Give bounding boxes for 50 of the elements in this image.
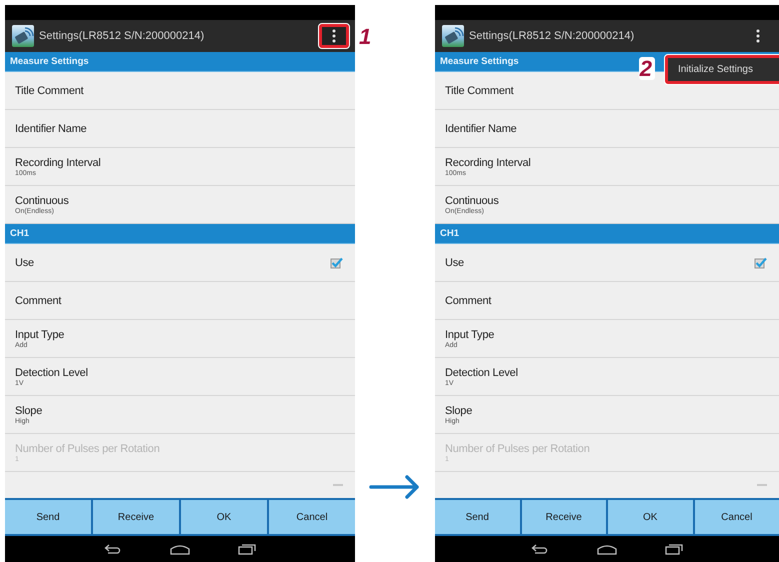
setting-label: Detection Level — [445, 366, 519, 378]
setting-label: Input Type — [15, 328, 66, 340]
action-button[interactable]: Send — [5, 500, 91, 534]
back-icon[interactable] — [104, 544, 122, 554]
section-header: CH1 — [435, 224, 779, 244]
action-button[interactable]: Cancel — [694, 500, 779, 534]
home-icon[interactable] — [597, 544, 617, 554]
setting-label: Use — [15, 256, 35, 268]
app-icon — [12, 25, 34, 47]
setting-label: Slope — [15, 404, 44, 416]
app-title: Settings(LR8512 S/N:200000214) — [39, 30, 206, 42]
setting-label: Recording Interval — [445, 156, 532, 168]
action-button[interactable]: Send — [435, 500, 520, 534]
scroll-indicator — [333, 484, 343, 486]
overflow-menu-button[interactable] — [319, 24, 349, 48]
setting-label: Use — [445, 256, 465, 268]
setting-label: Recording Interval — [15, 156, 102, 168]
action-button[interactable]: Cancel — [269, 500, 355, 534]
action-button[interactable]: Receive — [93, 500, 179, 534]
home-icon[interactable] — [170, 544, 190, 554]
more-vertical-icon — [332, 29, 336, 43]
app-icon — [442, 25, 464, 47]
checkbox[interactable] — [754, 256, 767, 268]
setting-label: Title Comment — [445, 84, 515, 96]
setting-label: Slope — [445, 404, 474, 416]
back-icon[interactable] — [531, 544, 549, 554]
recent-apps-icon[interactable] — [665, 544, 683, 554]
setting-label: Identifier Name — [15, 122, 88, 134]
setting-label: Input Type — [445, 328, 496, 340]
action-button[interactable]: Receive — [522, 500, 606, 534]
setting-label-disabled: Number of Pulses per Rotation — [15, 442, 161, 454]
setting-label: Continuous — [15, 194, 70, 206]
section-header: Measure Settings — [5, 52, 355, 72]
setting-label: Comment — [445, 294, 492, 306]
action-button[interactable]: OK — [181, 500, 267, 534]
more-vertical-icon — [756, 29, 760, 43]
setting-label: Continuous — [445, 194, 500, 206]
setting-label: Comment — [15, 294, 62, 306]
setting-label-disabled: Number of Pulses per Rotation — [445, 442, 591, 454]
scroll-indicator — [757, 484, 767, 486]
setting-label: Detection Level — [15, 366, 89, 378]
setting-label: Identifier Name — [445, 122, 518, 134]
action-button[interactable]: OK — [608, 500, 692, 534]
checkbox[interactable] — [330, 256, 343, 268]
arrow-icon — [369, 475, 421, 499]
setting-label: Title Comment — [15, 84, 85, 96]
step-number: 2 — [638, 57, 655, 80]
recent-apps-icon[interactable] — [238, 544, 256, 554]
section-header: CH1 — [5, 224, 355, 244]
app-title: Settings(LR8512 S/N:200000214) — [469, 30, 636, 42]
